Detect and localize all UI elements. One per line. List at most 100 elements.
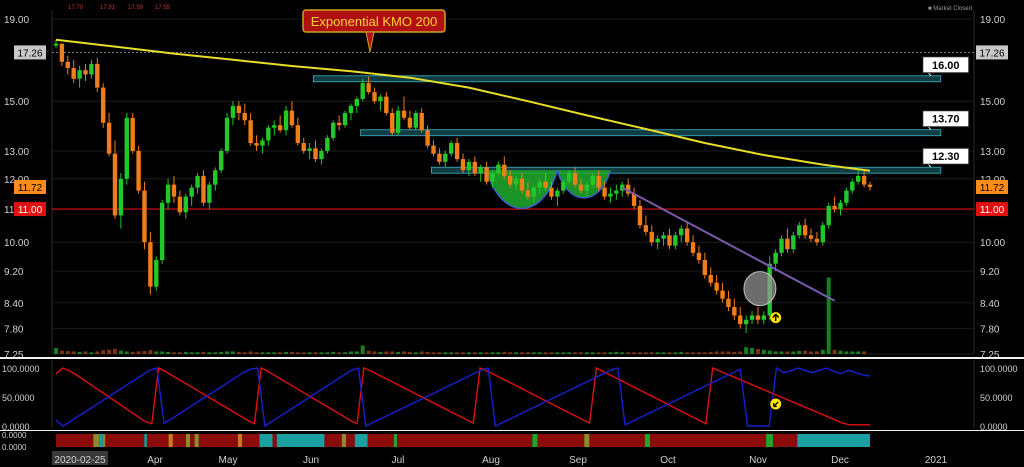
volume-bar [437, 352, 442, 354]
candle-body [183, 196, 188, 213]
volume-bar [130, 351, 135, 354]
candle-body [838, 202, 843, 210]
volume-bar [248, 351, 253, 354]
time-tick: Sep [569, 455, 587, 466]
ribbon-segment [185, 434, 191, 447]
volume-bar [649, 352, 654, 354]
volume-bar [171, 352, 176, 354]
volume-bar [767, 350, 772, 354]
ribbon-segment [324, 434, 342, 447]
candle-body [513, 178, 519, 185]
volume-bar [402, 351, 407, 354]
volume-bar [77, 351, 82, 354]
resistance-label: 16.00 [932, 60, 960, 72]
volume-bar [112, 348, 117, 354]
candle-body [761, 315, 767, 320]
volume-bar [337, 352, 342, 354]
candle-body [537, 181, 542, 188]
legend-low: 17.59 [128, 5, 144, 11]
volume-bar [620, 352, 625, 354]
time-axis: 2020-02-25 Apr May Jun Jul Aug Sep Oct Nov Dec 202… [52, 451, 948, 466]
price-chart[interactable]: 16.00 13.70 12.30 Exponential KMO 200 19.0… [0, 0, 1024, 467]
volume-bar [838, 350, 843, 354]
legend-open: 17.70 [68, 5, 84, 11]
ribbon-segment [168, 434, 173, 447]
time-tick: Nov [749, 455, 767, 466]
time-tick: Aug [482, 455, 500, 466]
volume-bar [779, 351, 784, 354]
volume-bar [632, 352, 637, 354]
volume-bar [578, 352, 583, 354]
volume-bar [814, 351, 819, 354]
candle-body [743, 319, 749, 325]
volume-bar [679, 351, 684, 354]
candle-body [602, 187, 607, 197]
volume-bar [850, 351, 855, 354]
candle-body [266, 127, 271, 141]
volume-bar [667, 352, 672, 354]
volume-bar [726, 351, 731, 354]
price-tick-right: 9.20 [980, 267, 1000, 278]
volume-bar [313, 352, 318, 354]
volume-bar [496, 352, 501, 354]
candle-body [608, 193, 613, 197]
candle-body [749, 315, 755, 320]
volume-bar [284, 351, 289, 354]
ribbon-segment [650, 434, 767, 447]
volume-bar [750, 348, 755, 354]
ribbon-segment [172, 434, 186, 447]
price-marker-right-label: 11.00 [980, 205, 1005, 216]
trend-overlays: Exponential KMO 200 [302, 9, 836, 324]
candle-body [437, 153, 442, 162]
candle-body [478, 167, 483, 174]
panel-separator [0, 357, 1024, 359]
volume-bar [661, 352, 666, 354]
volume-bar [856, 351, 861, 354]
ribbon-segment [773, 434, 798, 447]
volume-bar [573, 352, 578, 354]
price-marker-left-label: 11.72 [18, 183, 43, 194]
volume-bar [242, 352, 247, 354]
volume-bar [254, 352, 259, 354]
candle-body [679, 228, 684, 236]
resistance-label: 12.30 [932, 151, 960, 163]
volume-bar [461, 352, 465, 354]
volume-bar [301, 352, 306, 354]
volume-bar [803, 350, 808, 354]
candle-body [195, 175, 200, 188]
candle-body [95, 63, 100, 88]
candle-body [148, 242, 153, 287]
price-tick-right: 13.00 [980, 147, 1005, 158]
time-tick: Oct [660, 455, 676, 466]
candle-body [490, 173, 495, 182]
volume-bar [295, 352, 300, 354]
price-tick-left: 10.00 [4, 238, 29, 249]
candle-body [171, 184, 177, 197]
volume-bar [95, 351, 100, 354]
ribbon-segment [644, 434, 651, 447]
candle-body [525, 190, 531, 197]
candle-body [572, 173, 578, 185]
breakout-highlight [743, 271, 777, 307]
candle-body [100, 87, 106, 123]
candle-body [307, 148, 312, 151]
candle-body [732, 306, 737, 316]
candle-body [213, 170, 218, 185]
volume-bar [59, 350, 64, 354]
volume-bar [154, 351, 159, 354]
price-marker-left-label: 11.00 [18, 205, 43, 216]
ribbon-tick-left: 0.0000 [2, 431, 27, 440]
candle-body [578, 184, 584, 191]
volume-bar [755, 348, 760, 354]
volume-bar [637, 352, 642, 354]
ribbon-segment [393, 434, 398, 447]
volume-bar [643, 352, 648, 354]
price-tick-left: 15.00 [4, 97, 29, 108]
candle-body [832, 205, 837, 210]
volume-bar [596, 352, 601, 354]
volume-bar [124, 351, 129, 354]
volume-bar [431, 352, 436, 354]
volume-bar [89, 352, 94, 354]
candle-body [277, 125, 283, 131]
price-marker-left-label: 17.26 [17, 48, 42, 59]
